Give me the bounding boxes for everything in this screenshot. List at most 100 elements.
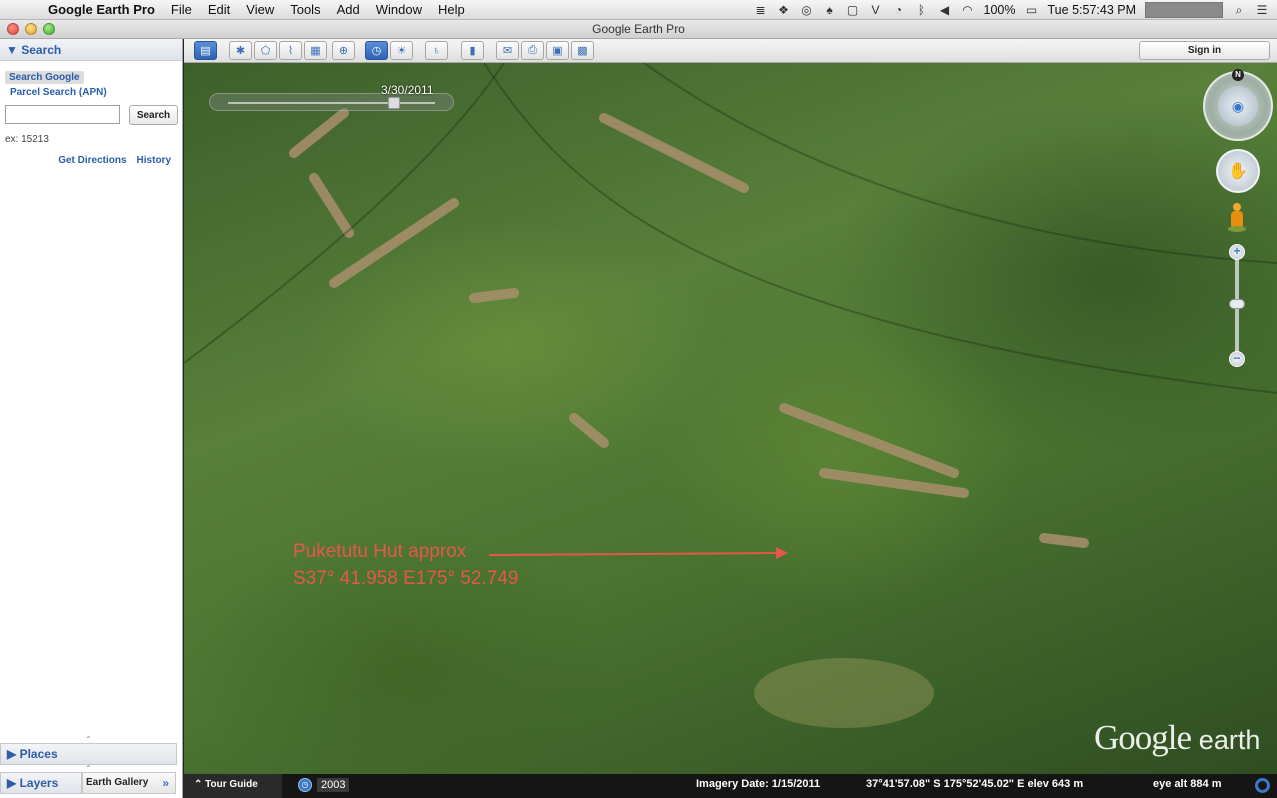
maps-icon: ▩ [577, 45, 588, 57]
google-earth-logo: Google earth [1094, 718, 1261, 757]
menu-view[interactable]: View [238, 0, 282, 20]
record-tour-button[interactable]: ⊕ [332, 41, 355, 60]
polygon-icon: ⬠ [260, 45, 271, 57]
look-control[interactable]: ◉ [1203, 71, 1273, 141]
save-image-button[interactable]: ▣ [546, 41, 569, 60]
tab-search-google[interactable]: Search Google [5, 71, 84, 84]
move-control[interactable]: ✋ [1216, 149, 1260, 193]
add-path-button[interactable]: ⌇ [279, 41, 302, 60]
time-slider-track[interactable] [228, 102, 435, 104]
slip-scar [779, 403, 959, 478]
north-indicator[interactable]: N [1232, 69, 1244, 81]
places-panel-header[interactable]: ▶ Places [0, 743, 177, 765]
minimize-button[interactable] [25, 23, 37, 35]
eye-altitude: eye alt 884 m [1153, 778, 1222, 790]
add-placemark-button[interactable]: ✱ [229, 41, 252, 60]
add-overlay-button[interactable]: ▦ [304, 41, 327, 60]
time-slider-handle[interactable] [388, 97, 400, 109]
search-button[interactable]: Search [129, 105, 178, 125]
evernote-icon[interactable]: ♠ [823, 3, 837, 17]
add-polygon-button[interactable]: ⬠ [254, 41, 277, 60]
clock[interactable]: Tue 5:57:43 PM [1048, 3, 1136, 17]
menu-file[interactable]: File [163, 0, 200, 20]
menu-add[interactable]: Add [329, 0, 368, 20]
historical-year[interactable]: ◷ 2003 [298, 776, 350, 794]
menu-help[interactable]: Help [430, 0, 473, 20]
search-example: ex: 15213 [5, 134, 49, 145]
tour-icon: ⊕ [338, 45, 349, 57]
menu-tools[interactable]: Tools [282, 0, 328, 20]
planets-button[interactable]: ♄ [425, 41, 448, 60]
eye-icon[interactable]: ◉ [1218, 86, 1258, 126]
time-slider-date: 3/30/2011 [381, 83, 434, 97]
clock-icon: ◷ [298, 778, 312, 792]
ruler-icon: ▮ [469, 45, 476, 57]
search-panel-title: Search [21, 43, 62, 57]
time-machine-icon[interactable]: ◔ [892, 3, 906, 17]
volume-icon[interactable]: ◀ [938, 3, 952, 17]
print-button[interactable]: ⎙ [521, 41, 544, 60]
tour-guide-button[interactable]: ⌃ Tour Guide [184, 774, 282, 798]
stack-icon[interactable]: ≣ [754, 3, 768, 17]
slip-scar [569, 413, 609, 448]
sunlight-icon: ☀ [396, 45, 407, 57]
triangle-right-icon: ▶ [7, 776, 17, 790]
hand-icon: ✋ [1228, 163, 1248, 180]
close-button[interactable] [7, 23, 19, 35]
document-icon[interactable]: ▢ [846, 3, 860, 17]
dropbox-icon[interactable]: ❖ [777, 3, 791, 17]
zoom-button[interactable] [43, 23, 55, 35]
sunlight-button[interactable]: ☀ [390, 41, 413, 60]
tab-parcel-search[interactable]: Parcel Search (APN) [5, 85, 177, 100]
zoom-thumb[interactable] [1229, 299, 1245, 309]
menu-app-name[interactable]: Google Earth Pro [46, 0, 163, 20]
bluetooth-icon[interactable]: ᛒ [915, 3, 929, 17]
menu-window[interactable]: Window [368, 0, 430, 20]
annotation-coordinates: S37° 41.958 E175° 52.749 [293, 568, 519, 589]
spotlight-icon[interactable]: ⌕ [1232, 3, 1246, 17]
menu-edit[interactable]: Edit [200, 0, 238, 20]
sign-in-button[interactable]: Sign in [1139, 41, 1270, 60]
pointer-coordinates: 37°41'57.08" S 175°52'45.02" E elev 643 … [866, 778, 1084, 790]
annotation-label: Puketutu Hut approx [293, 541, 467, 562]
window-title: Google Earth Pro [592, 22, 685, 36]
map-view[interactable]: 3/30/2011 Puketutu Hut approx S37° 41.95… [184, 63, 1277, 774]
slip-scar [469, 288, 519, 303]
sidebar-icon: ▤ [200, 45, 211, 57]
historical-imagery-icon: ◷ [371, 45, 382, 57]
search-input[interactable] [5, 105, 120, 124]
year-label: 2003 [317, 778, 350, 792]
view-in-maps-button[interactable]: ▩ [571, 41, 594, 60]
zoom-in-button[interactable]: + [1229, 244, 1245, 260]
earth-gallery-button[interactable]: Earth Gallery » [82, 772, 176, 794]
slip-scar [1039, 533, 1089, 548]
window-controls [7, 23, 55, 35]
status-bar: ⌃ Tour Guide ◷ 2003 Imagery Date: 1/15/2… [184, 774, 1277, 798]
placemark-icon: ✱ [235, 45, 246, 57]
history-link[interactable]: History [137, 155, 171, 166]
ridge-line [483, 63, 1277, 394]
sidebar-toggle-button[interactable]: ▤ [194, 41, 217, 60]
search-panel-header[interactable]: ▼ Search [0, 39, 182, 61]
layers-panel-header[interactable]: ▶ Layers [0, 772, 82, 794]
slip-scar [599, 113, 749, 193]
historical-imagery-button[interactable]: ◷ [365, 41, 388, 60]
ruler-button[interactable]: ▮ [461, 41, 484, 60]
window-title-bar: Google Earth Pro [0, 20, 1277, 39]
get-directions-link[interactable]: Get Directions [58, 155, 126, 166]
email-button[interactable]: ✉ [496, 41, 519, 60]
slip-scar [329, 198, 459, 288]
slip-scar [289, 108, 349, 158]
zoom-slider[interactable]: + − [1228, 244, 1246, 369]
battery-icon[interactable]: ▭ [1025, 3, 1039, 17]
overlay-icon: ▦ [310, 45, 321, 57]
email-icon: ✉ [502, 45, 513, 57]
zoom-out-button[interactable]: − [1229, 351, 1245, 367]
wifi-icon[interactable]: ◠ [961, 3, 975, 17]
user-account-box[interactable] [1145, 2, 1223, 18]
spiral-icon[interactable]: ◎ [800, 3, 814, 17]
print-icon: ⎙ [528, 44, 537, 56]
notification-center-icon[interactable]: ☰ [1255, 3, 1269, 17]
vpn-icon[interactable]: V [869, 3, 883, 17]
street-view-pegman-icon[interactable] [1228, 203, 1246, 233]
